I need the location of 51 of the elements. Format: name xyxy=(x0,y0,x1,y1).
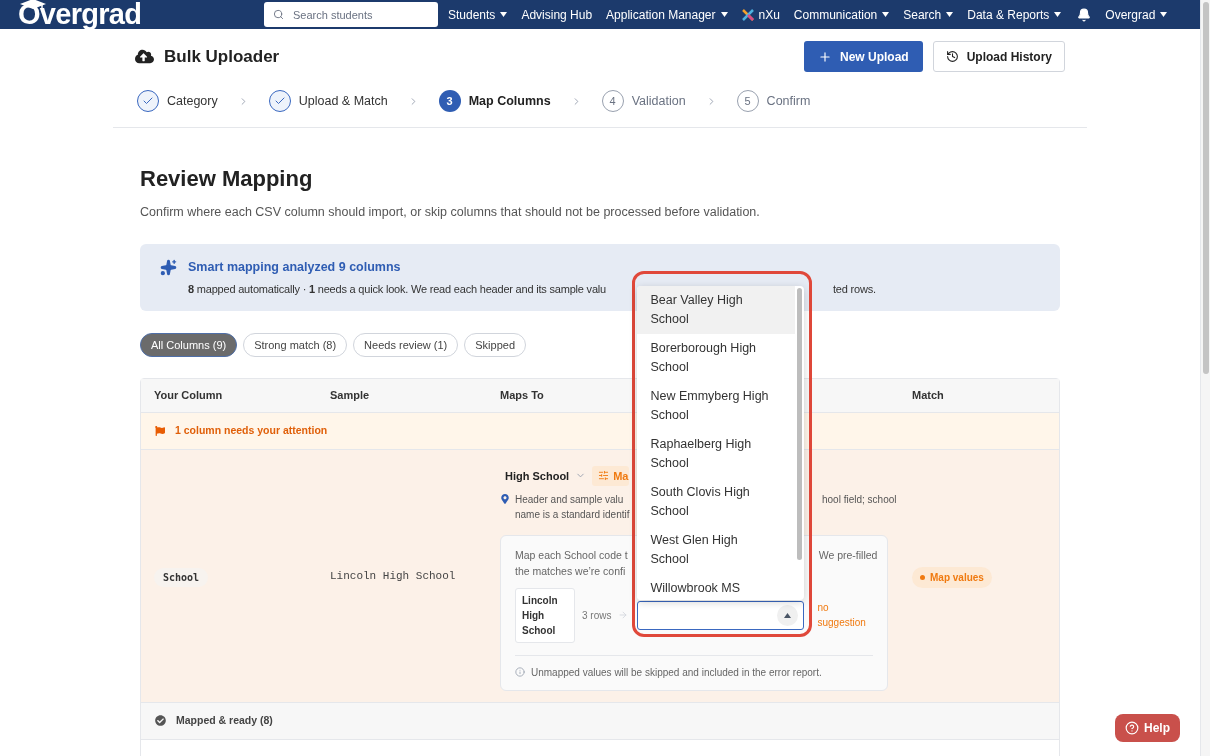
step-number: 3 xyxy=(438,90,461,112)
nav-menu-item[interactable]: Application Manager xyxy=(606,5,728,24)
step-label[interactable]: Validation xyxy=(631,91,686,111)
group-label: Mapped & ready (8) xyxy=(176,712,273,728)
sample-value: Lincoln High School xyxy=(330,568,457,584)
account-menu[interactable]: Overgrad xyxy=(1105,5,1168,24)
card-text: Map each School code t xyxy=(515,547,628,563)
row-count: 3 rows xyxy=(582,608,612,623)
nav-menu-item[interactable]: Advising Hub xyxy=(521,5,593,24)
search-field[interactable]: Search students xyxy=(264,2,438,27)
filter-chip[interactable]: All Columns (9) xyxy=(140,332,238,357)
nav-menu-item[interactable]: Students xyxy=(448,5,508,24)
column-header: Match xyxy=(912,389,944,401)
column-chip: School xyxy=(154,567,209,587)
card-note: Unmapped values will be skipped and included in the error report. xyxy=(531,665,822,680)
nav-menu-item[interactable]: Data & Reports xyxy=(967,5,1062,24)
field-select[interactable]: High School xyxy=(505,467,587,484)
section-title: Review Mapping xyxy=(140,165,314,193)
dropdown-option[interactable]: Willowbrook MS xyxy=(637,573,796,600)
filter-chip[interactable]: Strong match (8) xyxy=(243,332,348,357)
column-header: Your Column xyxy=(154,389,223,401)
upload-history-button[interactable]: Upload History xyxy=(932,41,1065,72)
dropdown-option[interactable]: Bear Valley High School xyxy=(637,285,796,334)
filter-chip[interactable]: Skipped xyxy=(464,332,526,357)
hint-text: name is a standard identif xyxy=(515,507,630,522)
step-label[interactable]: Confirm xyxy=(766,91,811,111)
nav-menu-item[interactable]: nXu xyxy=(741,5,780,24)
banner-text: 8 mapped automatically · 1 needs a quick look. We read each header and its sample valu xyxy=(188,281,607,297)
hint-text: hool field; school xyxy=(822,492,897,507)
step-label[interactable]: Upload & Match xyxy=(298,91,388,111)
source-value: Lincoln High School xyxy=(515,587,575,643)
banner-title: Smart mapping analyzed 9 columns xyxy=(188,258,402,276)
logo[interactable]: Overgrad xyxy=(18,0,142,29)
column-header: Sample xyxy=(330,389,370,401)
page-title: Bulk Uploader xyxy=(164,45,280,68)
step-label[interactable]: Map Columns xyxy=(468,91,551,111)
status-text: no suggestion xyxy=(817,601,867,631)
new-upload-button[interactable]: New Upload xyxy=(804,41,923,72)
filter-chip[interactable]: Needs review (1) xyxy=(353,332,459,357)
step-label[interactable]: Category xyxy=(167,91,218,111)
card-text: We pre-filled xyxy=(818,547,878,563)
nav-menu-item[interactable]: Search xyxy=(903,5,954,24)
attention-text: 1 column needs your attention xyxy=(175,422,328,438)
help-button[interactable]: Help xyxy=(1115,714,1180,742)
match-badge: Map values xyxy=(912,567,992,589)
section-subtitle: Confirm where each CSV column should import, or skip columns that should not be processed before validation. xyxy=(140,204,761,221)
column-header: Maps To xyxy=(500,389,544,401)
nav-menu-item[interactable]: Communication xyxy=(793,5,890,24)
hint-text: Header and sample valu xyxy=(515,492,625,507)
banner-text: ted rows. xyxy=(833,281,876,297)
card-text: the matches we’re confi xyxy=(515,563,626,579)
